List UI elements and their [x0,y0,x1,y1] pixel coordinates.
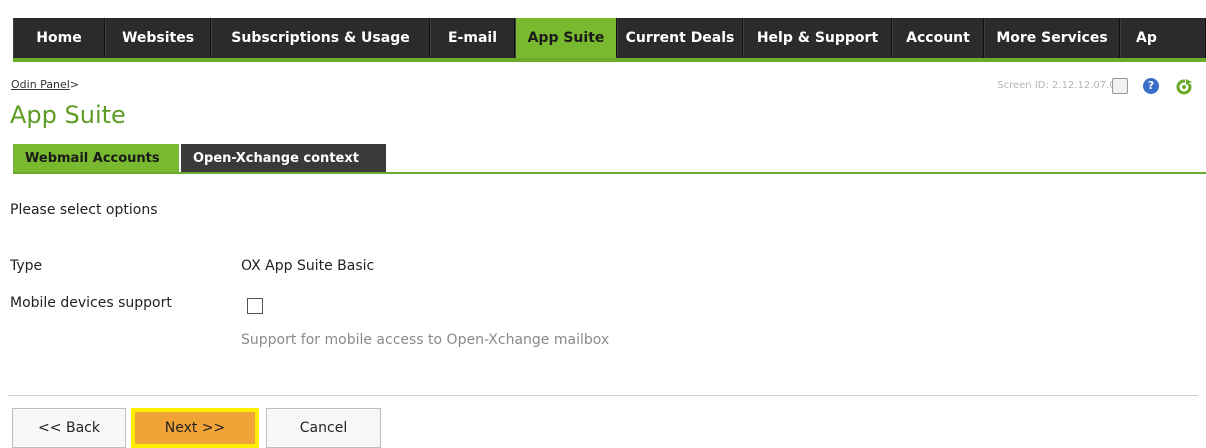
footer-divider [8,395,1198,396]
nav-item-websites[interactable]: Websites [105,18,211,58]
type-label: Type [10,258,43,274]
nav-item-overflow[interactable]: Ap [1120,18,1206,58]
main-nav: Home Websites Subscriptions & Usage E-ma… [13,18,1206,58]
mobile-support-label: Mobile devices support [10,295,172,311]
top-bar: Home Websites Subscriptions & Usage E-ma… [0,0,1206,62]
refresh-icon[interactable] [1175,78,1193,96]
nav-item-email[interactable]: E-mail [430,18,515,58]
nav-item-help-support[interactable]: Help & Support [743,18,892,58]
breadcrumb-separator: > [69,78,80,91]
nav-item-account[interactable]: Account [892,18,984,58]
screen-id: Screen ID: 2.12.12.07.02 [997,80,1122,91]
tab-webmail-accounts[interactable]: Webmail Accounts [13,144,181,172]
form-intro: Please select options [10,202,158,218]
nav-item-home[interactable]: Home [13,18,105,58]
nav-item-current-deals[interactable]: Current Deals [617,18,743,58]
nav-item-subscriptions-usage[interactable]: Subscriptions & Usage [211,18,430,58]
type-value: OX App Suite Basic [241,258,375,274]
nav-item-more-services[interactable]: More Services [984,18,1120,58]
back-button[interactable]: << Back [12,408,126,448]
breadcrumb-link-odin-panel[interactable]: Odin Panel [11,78,70,91]
mobile-support-hint: Support for mobile access to Open-Xchang… [241,332,610,348]
document-icon[interactable] [1112,78,1128,94]
tab-bar: Webmail Accounts Open-Xchange context [13,144,388,172]
mobile-support-checkbox[interactable] [247,298,263,314]
page-title: App Suite [10,101,126,129]
cancel-button[interactable]: Cancel [266,408,381,448]
help-icon[interactable]: ? [1143,78,1159,94]
breadcrumb: Odin Panel> [11,78,79,91]
nav-item-app-suite[interactable]: App Suite [515,18,617,58]
tab-underline [13,172,1206,174]
nav-underline [13,58,1206,62]
next-button[interactable]: Next >> [131,408,259,448]
tab-open-xchange-context[interactable]: Open-Xchange context [181,144,388,172]
